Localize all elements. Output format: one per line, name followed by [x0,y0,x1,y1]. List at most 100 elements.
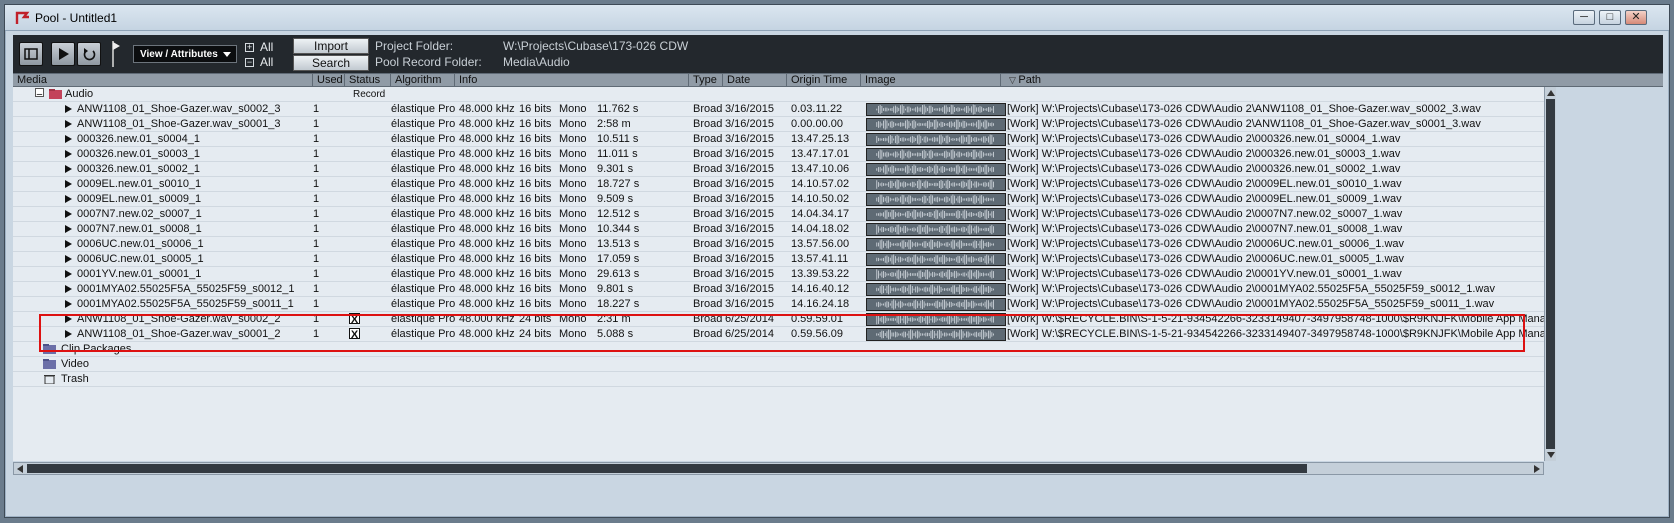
loop-button[interactable] [77,42,101,66]
table-row[interactable]: 0006UC.new.01_s0005_1 1 élastique Pro 48.00… [13,252,1544,267]
window-title: Pool - Untitled1 [35,11,118,25]
play-icon[interactable] [65,300,72,308]
table-row[interactable]: 0007N7.new.02_s0007_1 1 élastique Pro 48.00… [13,207,1544,222]
scroll-right-icon[interactable] [1534,465,1540,473]
show-info-button[interactable] [19,42,43,66]
play-icon[interactable] [65,330,72,338]
cell-channels: Mono [559,238,587,250]
sort-triangle-icon: ▽ [1009,75,1019,85]
play-icon[interactable] [65,135,72,143]
play-icon[interactable] [65,240,72,248]
play-icon[interactable] [65,180,72,188]
cell-date: 3/16/2015 [725,238,774,250]
cell-channels: Mono [559,253,587,265]
col-status[interactable]: Status [345,74,391,86]
cell-algorithm: élastique Pro [391,193,456,205]
col-type[interactable]: Type [689,74,723,86]
collapse-icon[interactable]: − [35,88,44,101]
play-icon[interactable] [65,105,72,113]
cell-channels: Mono [559,328,587,340]
expand-all-button[interactable]: + All [245,40,273,54]
record-folder-value[interactable]: Media\Audio [503,55,570,69]
play-icon[interactable] [65,255,72,263]
table-row[interactable]: ANW1108_01_Shoe-Gazer.wav_s0001_2 1 élasti… [13,327,1544,342]
cell-bits: 24 bits [519,328,552,340]
play-icon[interactable] [65,285,72,293]
cell-type: Broad [693,193,723,205]
cell-rate: 48.000 kHz [459,268,515,280]
waveform-trace [876,194,994,205]
col-algorithm[interactable]: Algorithm [391,74,455,86]
scroll-down-icon[interactable] [1547,452,1555,458]
col-origin-time[interactable]: Origin Time [787,74,861,86]
table-row[interactable]: 0001MYA02.55025F5A_55025F59_s0012_1 1 élas… [13,282,1544,297]
table-row[interactable]: 000326.new.01_s0004_1 1 élastique Pro 48.00… [13,132,1544,147]
view-attributes-dropdown[interactable]: View / Attributes [133,45,237,63]
table-row[interactable]: 0006UC.new.01_s0006_1 1 élastique Pro 48.00… [13,237,1544,252]
play-icon[interactable] [65,315,72,323]
table-row[interactable]: ANW1108_01_Shoe-Gazer.wav_s0002_2 1 élasti… [13,312,1544,327]
cell-date: 3/16/2015 [725,148,774,160]
play-icon[interactable] [65,165,72,173]
folder-label: Trash [61,373,89,385]
col-info[interactable]: Info [455,74,689,86]
cell-length: 18.727 s [597,178,640,190]
cell-name: 0007N7.new.02_s0007_1 [77,208,202,220]
horizontal-scrollbar[interactable] [13,462,1544,475]
play-button[interactable] [51,42,75,66]
table-row[interactable]: ANW1108_01_Shoe-Gazer.wav_s0002_3 1 élasti… [13,102,1544,117]
table-row[interactable]: 0009EL.new.01_s0009_1 1 élastique Pro 48.00… [13,192,1544,207]
cell-bits: 16 bits [519,193,552,205]
folder-row-trash[interactable]: Trash [13,372,1544,387]
folder-row-clip-packages[interactable]: Clip Packages [13,342,1544,357]
table-row[interactable]: 0007N7.new.01_s0008_1 1 élastique Pro 48.00… [13,222,1544,237]
cell-channels: Mono [559,223,587,235]
table-row[interactable]: ANW1108_01_Shoe-Gazer.wav_s0001_3 1 élasti… [13,117,1544,132]
col-path[interactable]: ▽ Path [1001,74,1663,86]
search-button[interactable]: Search [293,55,369,71]
cell-rate: 48.000 kHz [459,298,515,310]
play-icon[interactable] [65,195,72,203]
play-icon[interactable] [65,270,72,278]
folder-label: Video [61,358,89,370]
table-row[interactable]: 0001MYA02.55025F5A_55025F59_s0011_1 1 élas… [13,297,1544,312]
folder-row-video[interactable]: Video [13,357,1544,372]
table-row[interactable]: 0009EL.new.01_s0010_1 1 élastique Pro 48.00… [13,177,1544,192]
audio-folder-icon [49,89,62,99]
minimize-button[interactable]: ─ [1573,10,1595,25]
play-icon[interactable] [65,225,72,233]
vertical-scrollbar[interactable] [1544,87,1556,461]
cell-origin: 0.59.56.09 [791,328,843,340]
play-icon[interactable] [65,210,72,218]
play-icon[interactable] [65,150,72,158]
table-row[interactable]: 000326.new.01_s0002_1 1 élastique Pro 48.00… [13,162,1544,177]
col-used[interactable]: Used [313,74,345,86]
table-row[interactable]: 000326.new.01_s0003_1 1 élastique Pro 48.00… [13,147,1544,162]
cell-path: [Work] W:\Projects\Cubase\173-026 CDW\Au… [1007,298,1495,310]
cell-bits: 16 bits [519,238,552,250]
cell-origin: 14.04.34.17 [791,208,850,220]
cell-channels: Mono [559,298,587,310]
col-media[interactable]: Media [13,74,313,86]
cell-name: 0009EL.new.01_s0010_1 [77,178,202,190]
col-image[interactable]: Image [861,74,1001,86]
scroll-up-icon[interactable] [1547,90,1555,96]
vertical-scroll-thumb[interactable] [1546,99,1555,449]
project-folder-value: W:\Projects\Cubase\173-026 CDW [503,39,689,53]
volume-flag-icon[interactable] [111,39,121,69]
cell-algorithm: élastique Pro [391,178,456,190]
maximize-button[interactable]: □ [1599,10,1621,25]
play-icon[interactable] [65,120,72,128]
scroll-left-icon[interactable] [17,465,23,473]
table-row[interactable]: 0001YV.new.01_s0001_1 1 élastique Pro 48.00… [13,267,1544,282]
horizontal-scroll-thumb[interactable] [27,464,1307,473]
record-folder-label: Pool Record Folder: [375,55,482,69]
cell-used: 1 [313,238,320,250]
collapse-all-button[interactable]: − All [245,55,273,69]
audio-folder-row[interactable]: − Audio Record [13,87,1544,102]
col-date[interactable]: Date [723,74,787,86]
cell-channels: Mono [559,103,587,115]
close-button[interactable]: ✕ [1625,10,1647,25]
import-button[interactable]: Import [293,38,369,54]
cell-date: 3/16/2015 [725,103,774,115]
